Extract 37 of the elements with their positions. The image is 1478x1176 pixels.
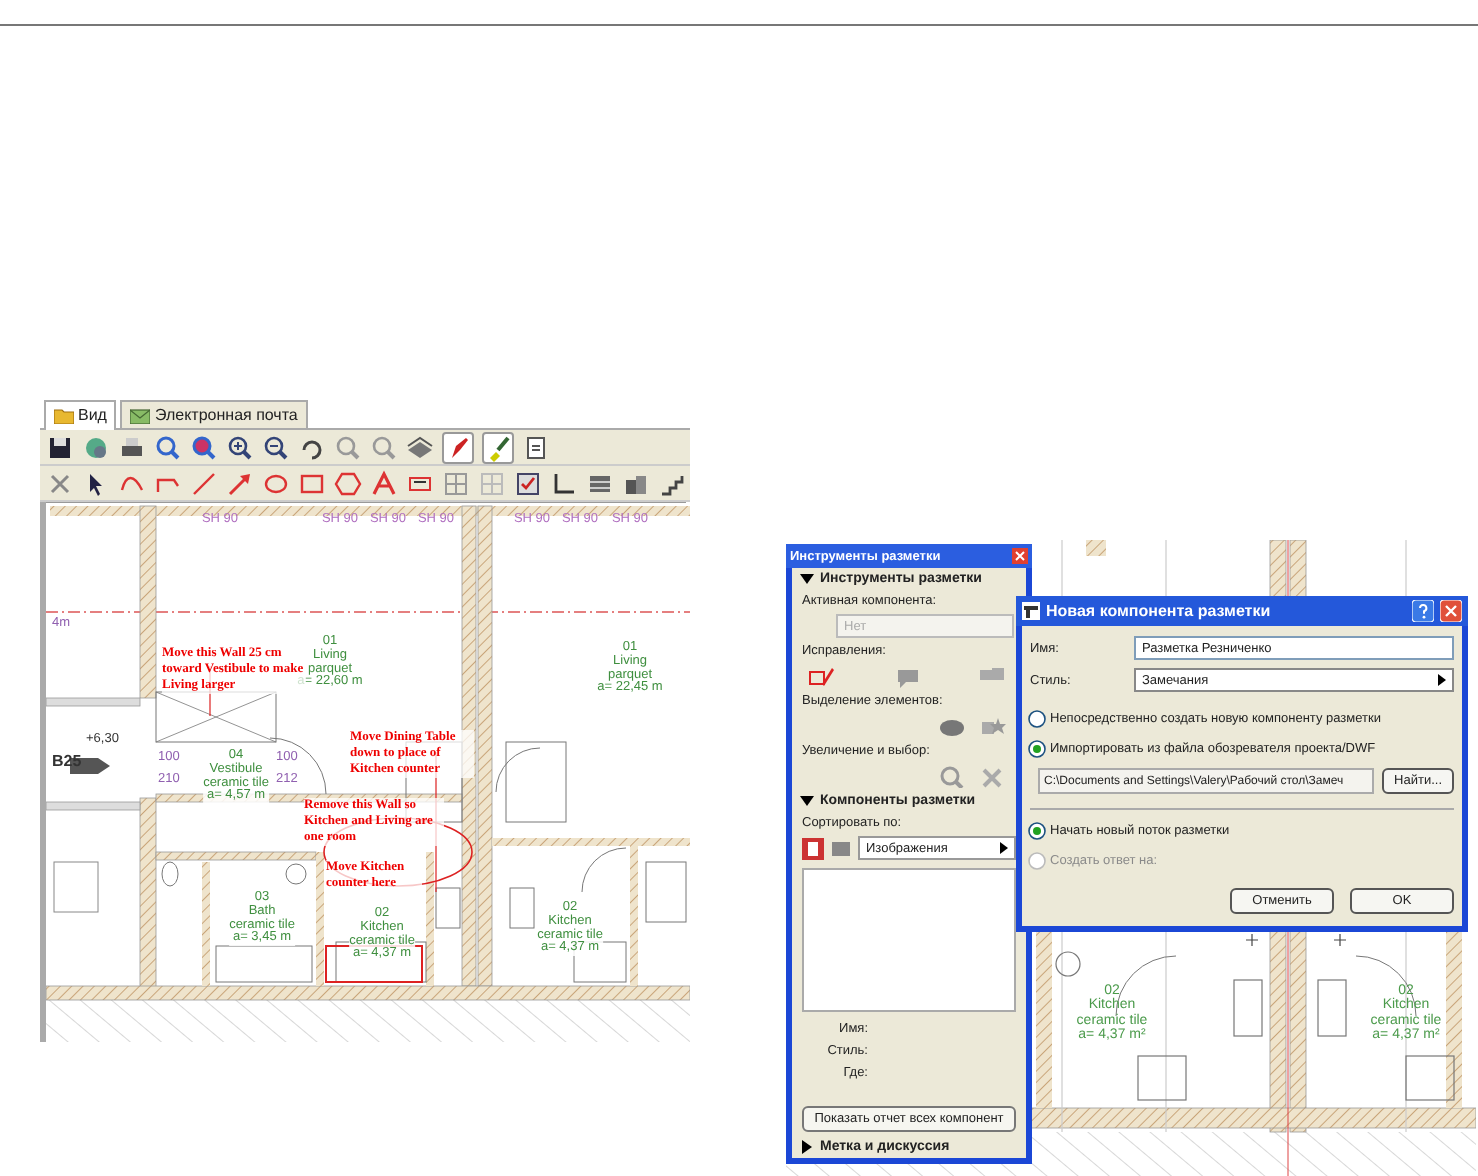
radio-button[interactable] bbox=[1028, 710, 1046, 728]
rectangle-icon[interactable] bbox=[298, 469, 326, 497]
tab[interactable]: Электронная почта bbox=[120, 400, 308, 428]
document-icon[interactable] bbox=[522, 433, 550, 461]
corner-icon[interactable] bbox=[550, 469, 578, 497]
zoom-in-icon[interactable] bbox=[226, 433, 254, 461]
save-icon[interactable] bbox=[46, 433, 74, 461]
close-icon[interactable] bbox=[1012, 548, 1028, 564]
check-icon[interactable] bbox=[514, 469, 542, 497]
printer-icon[interactable] bbox=[118, 433, 146, 461]
globe-icon[interactable] bbox=[82, 433, 110, 461]
tab[interactable]: Вид bbox=[44, 400, 117, 430]
collapse-icon[interactable] bbox=[800, 572, 814, 586]
radio-button[interactable] bbox=[1028, 740, 1046, 758]
layers-icon[interactable] bbox=[406, 433, 434, 461]
folder-icon bbox=[54, 407, 74, 423]
line-icon[interactable] bbox=[190, 469, 218, 497]
zoom-icon[interactable] bbox=[190, 433, 218, 461]
text-icon[interactable] bbox=[370, 469, 398, 497]
zoom-icon[interactable] bbox=[154, 433, 182, 461]
zoom-out-icon[interactable] bbox=[262, 433, 290, 461]
brush-icon[interactable] bbox=[482, 431, 514, 463]
help-icon[interactable] bbox=[1412, 600, 1434, 622]
expand-icon[interactable] bbox=[800, 1140, 814, 1154]
app-icon bbox=[1022, 602, 1040, 620]
arrow-icon[interactable] bbox=[226, 469, 254, 497]
radio-button[interactable] bbox=[1028, 822, 1046, 840]
dialog-title: Новая компонента разметки bbox=[1046, 602, 1271, 620]
components-list[interactable] bbox=[802, 868, 1016, 1012]
close-icon[interactable] bbox=[1440, 600, 1462, 622]
ellipse-icon[interactable] bbox=[262, 469, 290, 497]
star-icon[interactable] bbox=[978, 714, 1010, 738]
caret-icon bbox=[1438, 674, 1446, 686]
collapse-icon[interactable] bbox=[800, 794, 814, 808]
envelope-icon bbox=[130, 407, 151, 423]
polygon-icon[interactable] bbox=[334, 469, 362, 497]
caret-icon bbox=[1000, 842, 1008, 854]
